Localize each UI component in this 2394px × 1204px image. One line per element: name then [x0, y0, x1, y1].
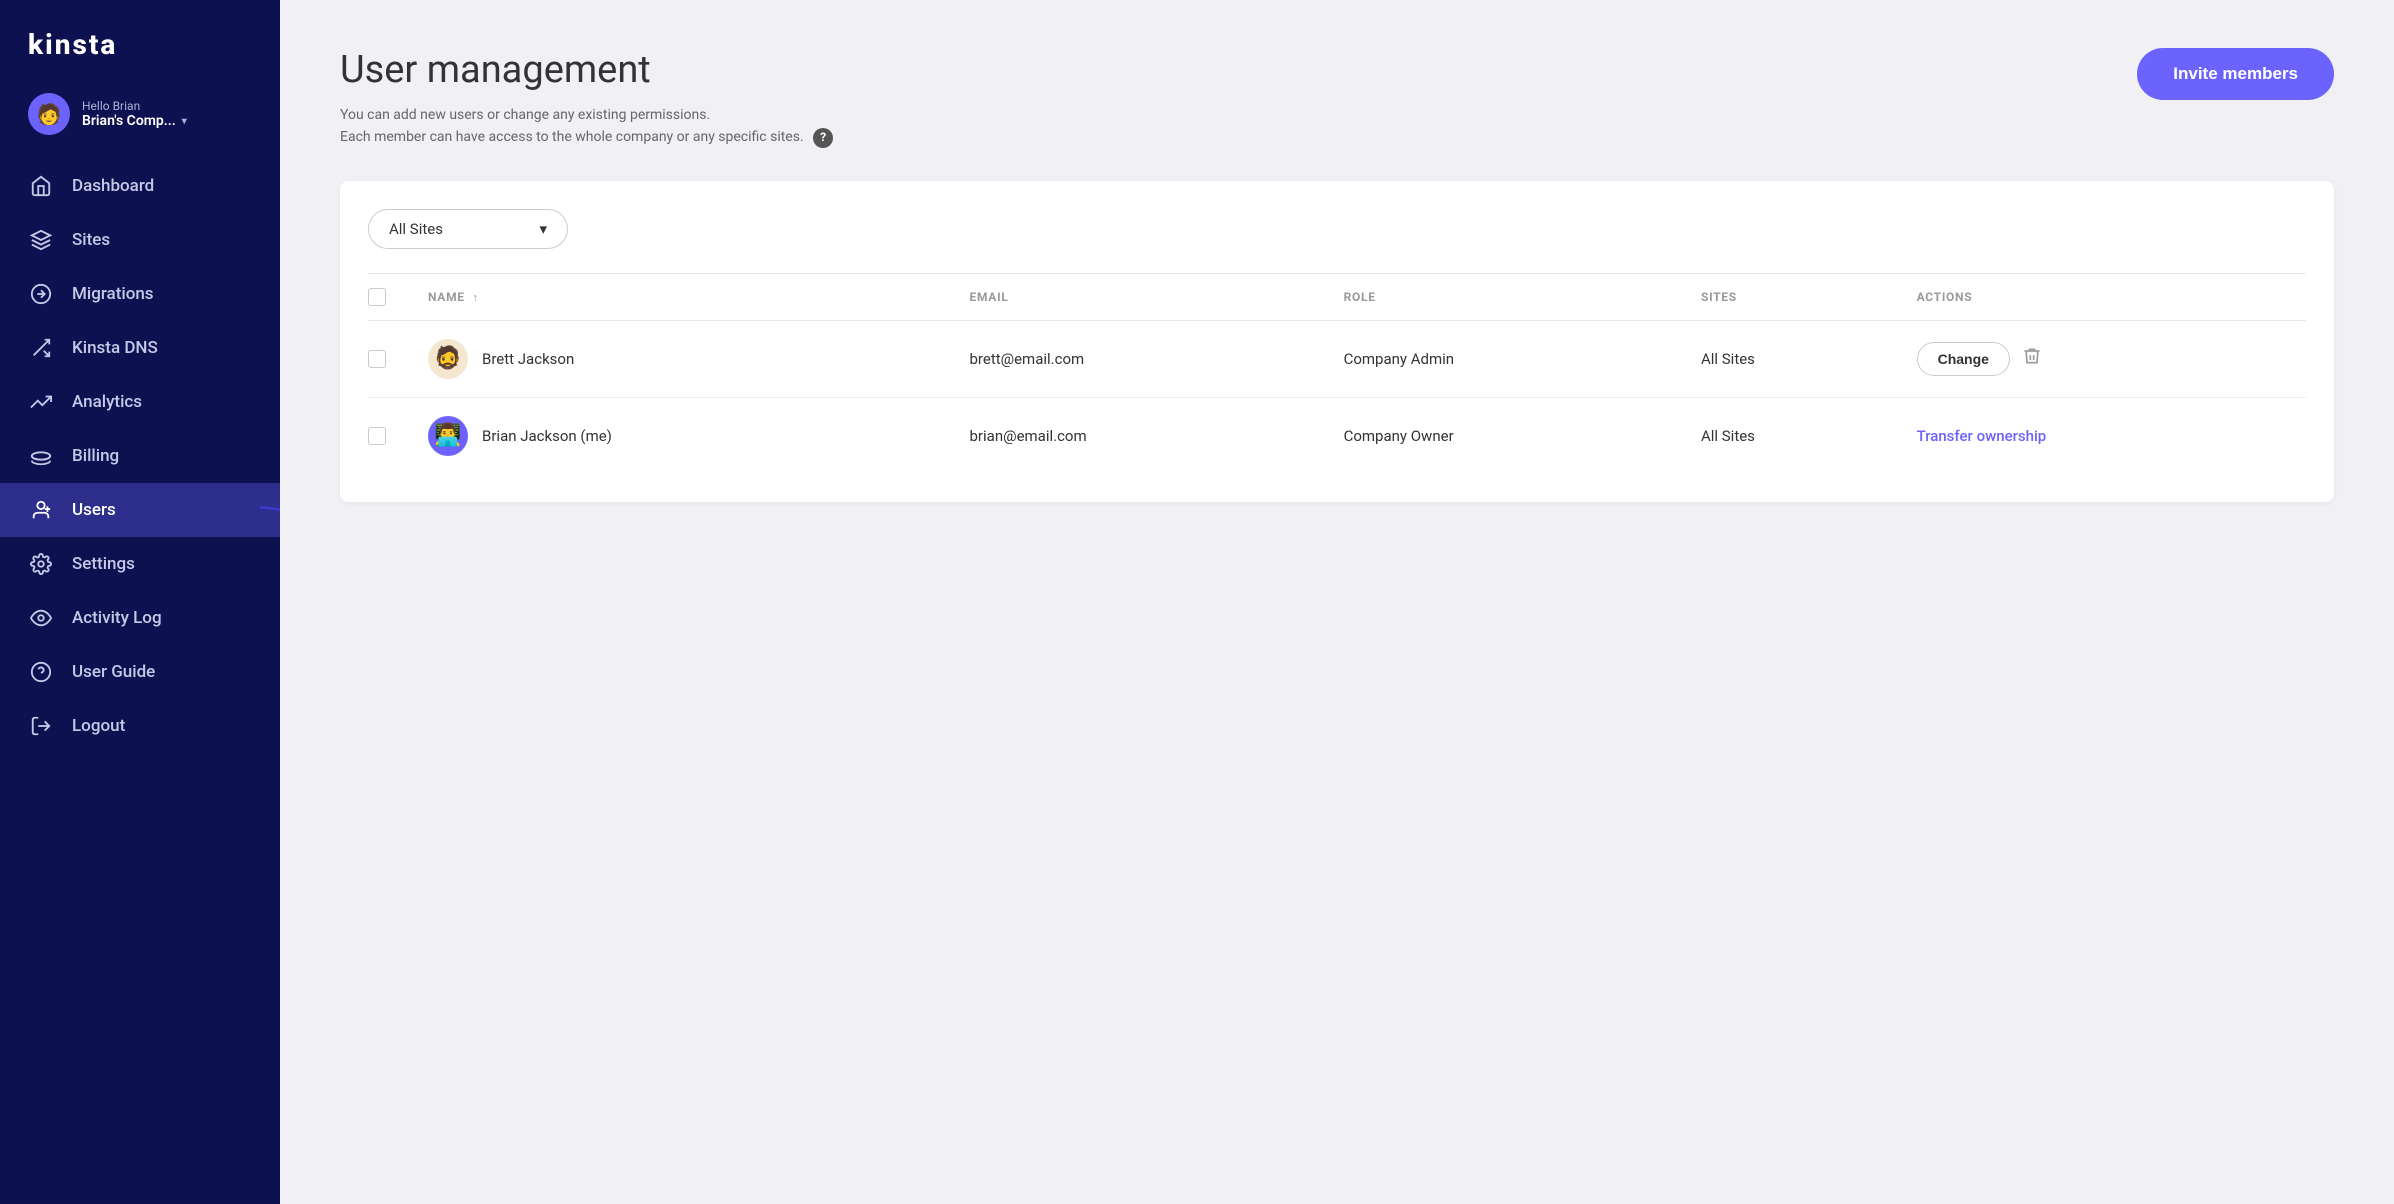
- invite-members-button[interactable]: Invite members: [2137, 48, 2334, 100]
- billing-icon: [28, 443, 54, 469]
- sidebar-item-sites[interactable]: Sites: [0, 213, 280, 267]
- user-greeting: Hello Brian: [82, 99, 252, 113]
- sites-cell: All Sites: [1685, 397, 1901, 474]
- help-circle-icon: [28, 659, 54, 685]
- sidebar-item-users[interactable]: Users: [0, 483, 280, 537]
- name-cell: 👨‍💻 Brian Jackson (me): [412, 397, 954, 474]
- row-checkbox-cell: [368, 397, 412, 474]
- col-header-name: NAME ↑: [412, 273, 954, 320]
- sidebar: kinsta 🧑 Hello Brian Brian's Comp... ▾ D…: [0, 0, 280, 1204]
- page-title: User management: [340, 48, 833, 92]
- sidebar-nav: Dashboard Sites Migrations Kinsta DNS: [0, 159, 280, 1204]
- row-checkbox-cell: [368, 320, 412, 397]
- chevron-down-icon: ▾: [539, 220, 547, 238]
- row-checkbox[interactable]: [368, 427, 386, 445]
- migrations-icon: [28, 281, 54, 307]
- sidebar-item-user-guide[interactable]: User Guide: [0, 645, 280, 699]
- kinsta-logo: kinsta: [28, 28, 252, 61]
- col-header-actions: ACTIONS: [1901, 273, 2306, 320]
- help-icon[interactable]: ?: [813, 128, 833, 148]
- table-row: 👨‍💻 Brian Jackson (me) brian@email.com C…: [368, 397, 2306, 474]
- user-info: Hello Brian Brian's Comp... ▾: [82, 99, 252, 129]
- sidebar-item-label: Migrations: [72, 284, 154, 304]
- col-header-role: ROLE: [1328, 273, 1685, 320]
- sidebar-item-label: Kinsta DNS: [72, 338, 158, 358]
- users-table: NAME ↑ EMAIL ROLE SITES ACTIONS: [368, 273, 2306, 474]
- user-company: Brian's Comp... ▾: [82, 113, 252, 129]
- sidebar-item-label: Dashboard: [72, 176, 154, 196]
- sidebar-item-label: Billing: [72, 446, 119, 466]
- actions-cell: Transfer ownership: [1901, 397, 2306, 474]
- name-cell: 🧔 Brett Jackson: [412, 320, 954, 397]
- delete-icon[interactable]: [2022, 346, 2042, 371]
- sidebar-item-settings[interactable]: Settings: [0, 537, 280, 591]
- page-header-left: User management You can add new users or…: [340, 48, 833, 149]
- actions-cell: Change: [1901, 320, 2306, 397]
- filter-row: All Sites ▾: [368, 209, 2306, 249]
- user-name: Brian Jackson (me): [482, 427, 612, 445]
- col-header-sites: SITES: [1685, 273, 1901, 320]
- sidebar-item-label: Sites: [72, 230, 110, 250]
- sidebar-item-label: Settings: [72, 554, 135, 574]
- all-sites-dropdown[interactable]: All Sites ▾: [368, 209, 568, 249]
- main-content-area: User management You can add new users or…: [280, 0, 2394, 1204]
- user-plus-icon: [28, 497, 54, 523]
- role-cell: Company Owner: [1328, 397, 1685, 474]
- user-profile[interactable]: 🧑 Hello Brian Brian's Comp... ▾: [0, 81, 280, 159]
- col-header-checkbox: [368, 273, 412, 320]
- trending-up-icon: [28, 389, 54, 415]
- logo-area: kinsta: [0, 0, 280, 81]
- avatar: 🧔: [428, 339, 468, 379]
- avatar: 🧑: [28, 93, 70, 135]
- role-cell: Company Admin: [1328, 320, 1685, 397]
- sidebar-item-label: Activity Log: [72, 608, 162, 628]
- sidebar-item-label: Analytics: [72, 392, 142, 412]
- select-all-checkbox[interactable]: [368, 288, 386, 306]
- users-table-card: All Sites ▾ NAME ↑ EMAIL: [340, 181, 2334, 502]
- sidebar-item-migrations[interactable]: Migrations: [0, 267, 280, 321]
- page-description: You can add new users or change any exis…: [340, 104, 833, 149]
- page-header: User management You can add new users or…: [340, 48, 2334, 149]
- email-cell: brian@email.com: [954, 397, 1328, 474]
- sidebar-item-label: Users: [72, 500, 116, 520]
- sidebar-item-billing[interactable]: Billing: [0, 429, 280, 483]
- home-icon: [28, 173, 54, 199]
- sites-cell: All Sites: [1685, 320, 1901, 397]
- settings-icon: [28, 551, 54, 577]
- avatar: 👨‍💻: [428, 416, 468, 456]
- eye-icon: [28, 605, 54, 631]
- chevron-down-icon: ▾: [182, 116, 187, 127]
- layers-icon: [28, 227, 54, 253]
- change-role-button[interactable]: Change: [1917, 342, 2010, 376]
- sidebar-item-dashboard[interactable]: Dashboard: [0, 159, 280, 213]
- sidebar-item-label: User Guide: [72, 662, 155, 682]
- email-cell: brett@email.com: [954, 320, 1328, 397]
- user-name: Brett Jackson: [482, 350, 574, 368]
- sites-dropdown-label: All Sites: [389, 220, 443, 238]
- shuffle-icon: [28, 335, 54, 361]
- sort-icon: ↑: [472, 291, 478, 304]
- col-header-email: EMAIL: [954, 273, 1328, 320]
- sidebar-item-label: Logout: [72, 716, 125, 736]
- row-checkbox[interactable]: [368, 350, 386, 368]
- sidebar-item-activity-log[interactable]: Activity Log: [0, 591, 280, 645]
- arrow-indicator: [250, 486, 280, 535]
- sidebar-item-kinsta-dns[interactable]: Kinsta DNS: [0, 321, 280, 375]
- sidebar-item-analytics[interactable]: Analytics: [0, 375, 280, 429]
- log-out-icon: [28, 713, 54, 739]
- table-row: 🧔 Brett Jackson brett@email.com Company …: [368, 320, 2306, 397]
- sidebar-item-logout[interactable]: Logout: [0, 699, 280, 753]
- transfer-ownership-link[interactable]: Transfer ownership: [1917, 427, 2047, 445]
